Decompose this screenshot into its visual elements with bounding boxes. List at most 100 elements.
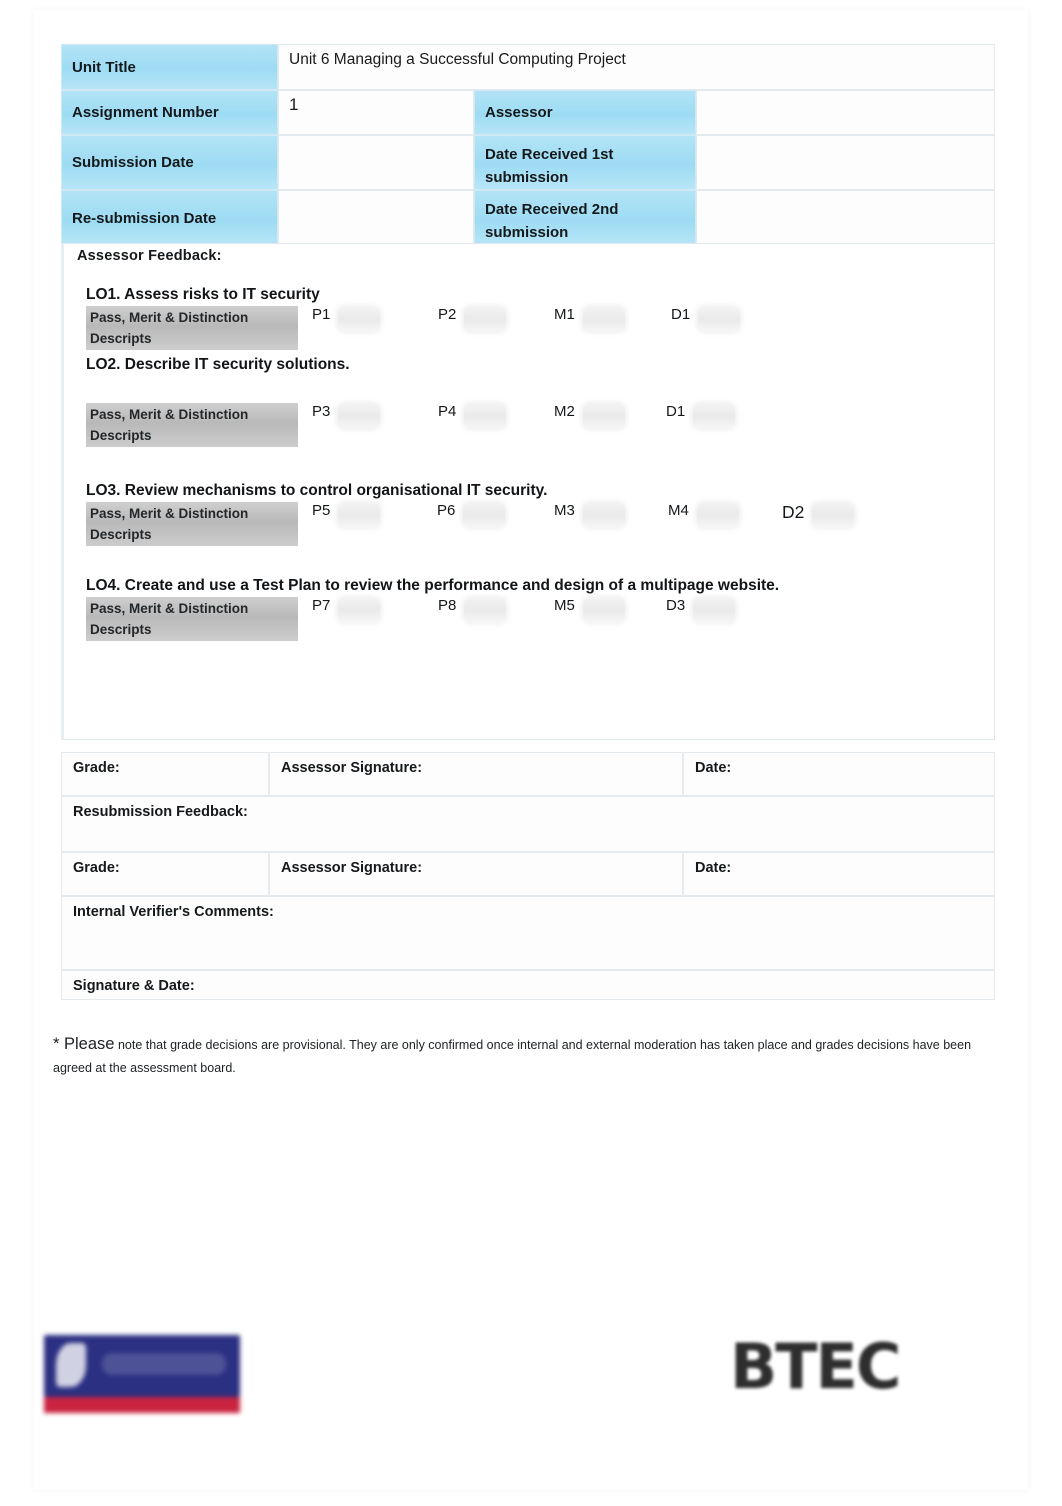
criterion-code: M3 <box>554 502 575 519</box>
assessor-value[interactable] <box>696 90 995 135</box>
criterion-tickbox[interactable] <box>693 404 736 428</box>
criterion-d2[interactable]: D2 <box>782 502 855 527</box>
criterion-d1[interactable]: D1 <box>671 306 741 331</box>
learning-outcome-heading: LO2. Describe IT security solutions. <box>86 356 350 373</box>
criterion-tickbox[interactable] <box>582 598 625 622</box>
criterion-code: D1 <box>671 306 691 323</box>
criterion-p8[interactable]: P8 <box>438 597 507 622</box>
criterion-code: M5 <box>554 597 575 614</box>
criterion-tickbox[interactable] <box>338 598 381 622</box>
internal-verifier-comments-label[interactable]: Internal Verifier's Comments: <box>61 896 995 970</box>
criterion-tickbox[interactable] <box>693 598 736 622</box>
note-body: note that grade decisions are provisiona… <box>53 1038 972 1076</box>
assessor-label: Assessor <box>474 90 696 135</box>
header-row-submission-date: Submission Date Date Received 1st submis… <box>61 135 995 190</box>
criterion-m5[interactable]: M5 <box>554 597 625 622</box>
header-row-unit-title: Unit Title Unit 6 Managing a Successful … <box>61 44 995 90</box>
criterion-m1[interactable]: M1 <box>554 306 625 331</box>
provisional-grade-note: * Please note that grade decisions are p… <box>53 1030 1013 1079</box>
signoff-row-grade-1: Grade: Assessor Signature: Date: <box>61 752 995 796</box>
criterion-tickbox[interactable] <box>582 307 625 331</box>
grade-label[interactable]: Grade: <box>61 752 269 796</box>
criterion-m2[interactable]: M2 <box>554 403 625 428</box>
criterion-code: M1 <box>554 306 575 323</box>
logo-wordmark <box>102 1353 226 1375</box>
date-received-first-label: Date Received 1st submission <box>474 135 696 190</box>
criterion-tickbox[interactable] <box>338 307 381 331</box>
learning-outcome-block-3: LO3. Review mechanisms to control organi… <box>86 482 976 548</box>
criterion-p6[interactable]: P6 <box>437 502 506 527</box>
criterion-p7[interactable]: P7 <box>312 597 381 622</box>
criterion-tickbox[interactable] <box>698 307 741 331</box>
btec-logo: BTEC <box>730 1330 901 1403</box>
criterion-p2[interactable]: P2 <box>438 306 507 331</box>
submission-date-label: Submission Date <box>61 135 278 190</box>
submission-date-value[interactable] <box>278 135 474 190</box>
logo-mark-icon <box>56 1343 86 1387</box>
criterion-m3[interactable]: M3 <box>554 502 625 527</box>
criterion-code: P4 <box>438 403 457 420</box>
criterion-tickbox[interactable] <box>338 404 381 428</box>
descriptor-label: Pass, Merit & Distinction Descripts <box>86 597 298 641</box>
resubmission-feedback-label[interactable]: Resubmission Feedback: <box>61 796 995 852</box>
criterion-m4[interactable]: M4 <box>668 502 739 527</box>
criterion-tickbox[interactable] <box>464 598 507 622</box>
criterion-tickbox[interactable] <box>582 404 625 428</box>
resubmission-date-value[interactable] <box>278 190 474 246</box>
note-lead: * Please <box>53 1035 115 1053</box>
criterion-code: P2 <box>438 306 457 323</box>
criterion-tickbox[interactable] <box>582 503 625 527</box>
descriptor-label: Pass, Merit & Distinction Descripts <box>86 306 298 350</box>
date-label-2[interactable]: Date: <box>683 852 995 896</box>
criterion-tickbox[interactable] <box>463 503 506 527</box>
assignment-header-table: Unit Title Unit 6 Managing a Successful … <box>61 44 995 246</box>
criteria-row: Pass, Merit & Distinction Descripts P5 P… <box>86 502 976 548</box>
assessor-signature-label-2[interactable]: Assessor Signature: <box>269 852 683 896</box>
signoff-row-internal-verifier: Internal Verifier's Comments: <box>61 896 995 970</box>
grade-label-2[interactable]: Grade: <box>61 852 269 896</box>
institution-logo <box>44 1335 240 1413</box>
learning-outcome-heading: LO1. Assess risks to IT security <box>86 286 320 303</box>
criterion-p4[interactable]: P4 <box>438 403 507 428</box>
criterion-tickbox[interactable] <box>338 503 381 527</box>
criterion-tickbox[interactable] <box>464 404 507 428</box>
assessor-signoff-table: Grade: Assessor Signature: Date: Resubmi… <box>61 752 995 1000</box>
criterion-p3[interactable]: P3 <box>312 403 381 428</box>
criterion-code: D1 <box>666 403 686 420</box>
criterion-p5[interactable]: P5 <box>312 502 381 527</box>
date-received-second-value[interactable] <box>696 190 995 246</box>
criterion-code: P1 <box>312 306 331 323</box>
criterion-d3[interactable]: D3 <box>666 597 736 622</box>
assignment-number-value[interactable]: 1 <box>278 90 474 135</box>
date-label[interactable]: Date: <box>683 752 995 796</box>
criterion-code: M2 <box>554 403 575 420</box>
criterion-code: D3 <box>666 597 686 614</box>
descriptor-label: Pass, Merit & Distinction Descripts <box>86 403 298 447</box>
criteria-row: Pass, Merit & Distinction Descripts P3 P… <box>86 403 976 449</box>
learning-outcome-heading: LO4. Create and use a Test Plan to revie… <box>86 577 780 594</box>
resubmission-date-label: Re-submission Date <box>61 190 278 246</box>
descriptor-label: Pass, Merit & Distinction Descripts <box>86 502 298 546</box>
signature-and-date-label[interactable]: Signature & Date: <box>61 970 995 1000</box>
criterion-tickbox[interactable] <box>812 503 855 527</box>
unit-title-label: Unit Title <box>61 44 278 90</box>
criterion-code: P6 <box>437 502 456 519</box>
criteria-row: Pass, Merit & Distinction Descripts P1 P… <box>86 306 976 352</box>
unit-title-value[interactable]: Unit 6 Managing a Successful Computing P… <box>278 44 995 90</box>
date-received-second-label: Date Received 2nd submission <box>474 190 696 246</box>
logo-red-bar <box>44 1397 240 1413</box>
assessor-signature-label[interactable]: Assessor Signature: <box>269 752 683 796</box>
criterion-p1[interactable]: P1 <box>312 306 381 331</box>
criterion-d1-lo2[interactable]: D1 <box>666 403 736 428</box>
learning-outcome-block-1: LO1. Assess risks to IT security Pass, M… <box>86 286 976 352</box>
criterion-tickbox[interactable] <box>464 307 507 331</box>
assessor-feedback-box[interactable]: Assessor Feedback: LO1. Assess risks to … <box>61 243 995 740</box>
criterion-tickbox[interactable] <box>696 503 739 527</box>
signoff-row-signature-date: Signature & Date: <box>61 970 995 1000</box>
criterion-code: M4 <box>668 502 689 519</box>
header-row-assignment-number: Assignment Number 1 Assessor <box>61 90 995 135</box>
learning-outcome-block-2: LO2. Describe IT security solutions. Pas… <box>86 356 976 449</box>
signoff-row-grade-2: Grade: Assessor Signature: Date: <box>61 852 995 896</box>
date-received-first-value[interactable] <box>696 135 995 190</box>
criterion-code: P8 <box>438 597 457 614</box>
